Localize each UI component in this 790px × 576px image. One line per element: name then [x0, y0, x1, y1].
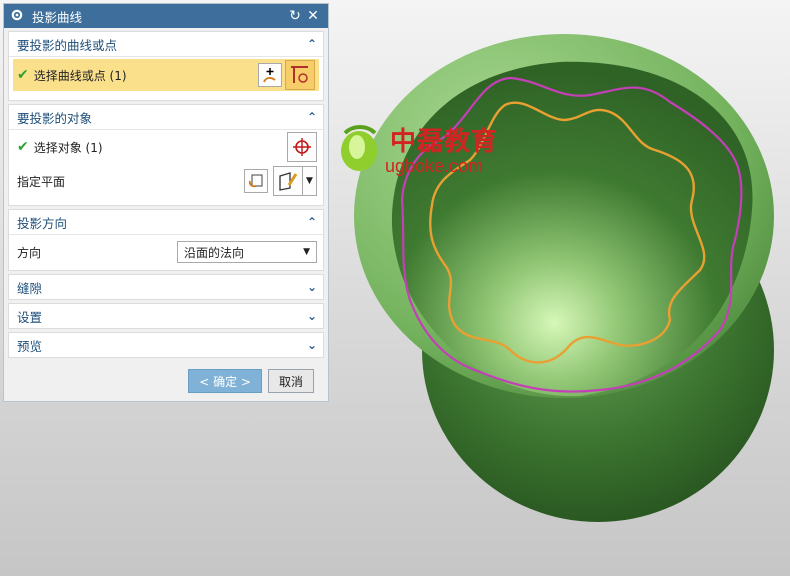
section-header-preview[interactable]: 预览 ⌄	[9, 333, 323, 357]
watermark-url: ugboke.com	[385, 156, 484, 176]
check-icon: ✔	[17, 67, 29, 83]
section-label-preview: 预览	[17, 338, 43, 354]
chevron-down-icon[interactable]: ⌄	[307, 338, 317, 352]
section-label-curves: 要投影的曲线或点	[17, 37, 118, 53]
section-curves-to-project: 要投影的曲线或点 ⌃ ✔ 选择曲线或点 (1)	[8, 31, 324, 101]
dialog-titlebar[interactable]: 投影曲线 ↻ ✕	[4, 4, 328, 28]
section-header-curves[interactable]: 要投影的曲线或点 ⌃	[9, 32, 323, 57]
section-header-target[interactable]: 要投影的对象 ⌃	[9, 105, 323, 130]
select-object-label: 选择对象 (1)	[33, 140, 103, 155]
section-target-object: 要投影的对象 ⌃ ✔ 选择对象 (1) 指定平面 ▼	[8, 104, 324, 206]
section-projection-direction: 投影方向 ⌃ 方向 沿面的法向 ▼	[8, 209, 324, 271]
watermark-logo-icon	[335, 123, 383, 178]
select-object-row[interactable]: ✔ 选择对象 (1)	[9, 130, 323, 164]
direction-row: 方向 沿面的法向 ▼	[9, 235, 323, 269]
section-label-settings: 设置	[17, 309, 43, 325]
section-header-gap[interactable]: 缝隙 ⌄	[9, 275, 323, 299]
ok-button[interactable]: < 确定 >	[188, 369, 262, 393]
cancel-button[interactable]: 取消	[267, 369, 314, 393]
chevron-up-icon[interactable]: ⌃	[307, 110, 317, 124]
plane-dialog-icon[interactable]	[273, 166, 303, 196]
section-header-settings[interactable]: 设置 ⌄	[9, 304, 323, 328]
select-curve-row[interactable]: ✔ 选择曲线或点 (1)	[13, 59, 319, 91]
dialog-footer: < 确定 > 取消	[188, 369, 314, 393]
close-icon[interactable]: ✕	[304, 8, 322, 24]
section-settings: 设置 ⌄	[8, 303, 324, 329]
select-curve-label: 选择曲线或点 (1)	[33, 68, 127, 83]
direction-label: 方向	[17, 245, 42, 260]
specify-plane-row: 指定平面 ▼	[9, 164, 323, 198]
curve-rule-icon[interactable]	[285, 60, 315, 90]
gear-icon[interactable]	[10, 8, 24, 25]
direction-select[interactable]: 沿面的法向 ▼	[177, 241, 317, 263]
section-header-direction[interactable]: 投影方向 ⌃	[9, 210, 323, 235]
chevron-up-icon[interactable]: ⌃	[307, 215, 317, 229]
section-label-gap: 缝隙	[17, 280, 43, 296]
dialog-title: 投影曲线	[32, 9, 83, 25]
plane-reverse-icon[interactable]	[244, 169, 268, 193]
crosshair-icon[interactable]	[287, 132, 317, 162]
add-curve-icon[interactable]	[258, 63, 282, 87]
project-curve-dialog: 投影曲线 ↻ ✕ 要投影的曲线或点 ⌃ ✔ 选择曲线或点 (1) 要投影的对象 …	[3, 3, 329, 402]
specify-plane-label: 指定平面	[17, 174, 66, 189]
chevron-down-icon[interactable]: ⌄	[307, 280, 317, 294]
section-preview: 预览 ⌄	[8, 332, 324, 358]
direction-value: 沿面的法向	[184, 245, 245, 260]
section-label-direction: 投影方向	[17, 215, 68, 231]
plane-dropdown-icon[interactable]: ▼	[303, 166, 317, 196]
reset-icon[interactable]: ↻	[286, 8, 304, 24]
chevron-up-icon[interactable]: ⌃	[307, 37, 317, 51]
section-gap: 缝隙 ⌄	[8, 274, 324, 300]
check-icon: ✔	[17, 139, 29, 155]
chevron-down-icon[interactable]: ⌄	[307, 309, 317, 323]
chevron-down-icon: ▼	[303, 247, 310, 257]
watermark-title: 中磊教育	[390, 127, 499, 157]
section-label-target: 要投影的对象	[17, 110, 93, 126]
